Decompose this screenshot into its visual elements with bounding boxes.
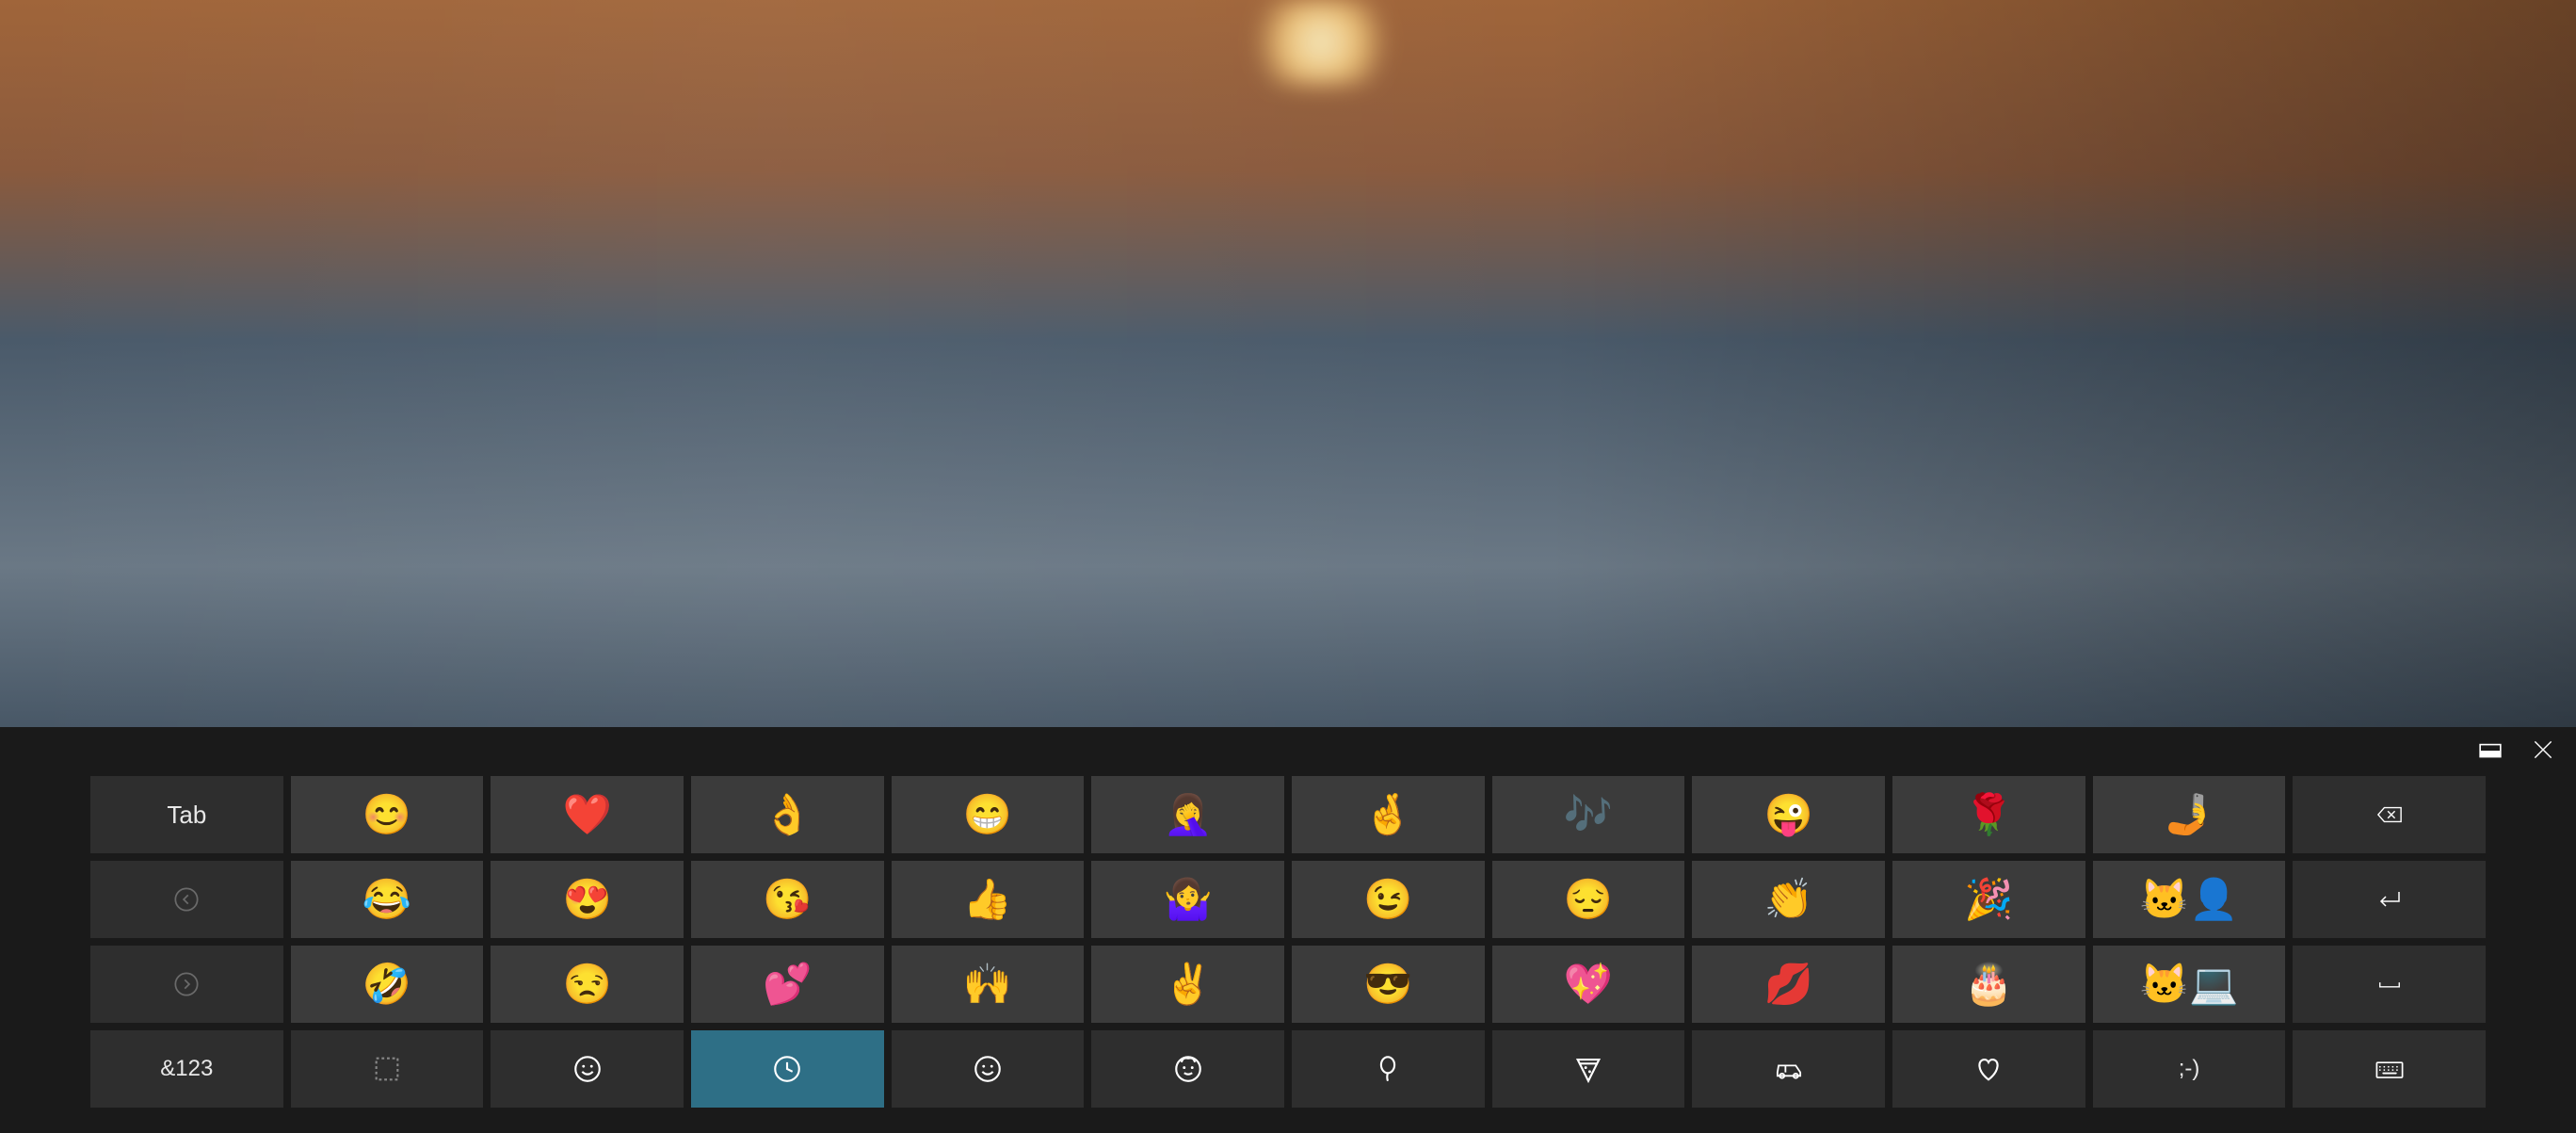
emoji-key-tongue-wink[interactable]: 😜 (1692, 776, 1885, 853)
emoji-key-rose[interactable]: 🌹 (1892, 776, 2085, 853)
numsym-key[interactable]: &123 (90, 1030, 283, 1108)
select-icon (371, 1053, 403, 1085)
ascii-label: ;-) (2179, 1056, 2200, 1082)
emoji-key-ninja-cat[interactable]: 🐱‍👤 (2093, 861, 2286, 938)
close-icon (2531, 736, 2555, 763)
category-select[interactable] (291, 1030, 484, 1108)
emoji-key-pensive[interactable]: 😔 (1492, 861, 1685, 938)
numsym-label: &123 (160, 1056, 213, 1082)
category-ascii[interactable]: ;-) (2093, 1030, 2286, 1108)
keyboard-icon (2374, 1053, 2406, 1085)
emoji-key-joy-tears[interactable]: 😂 (291, 861, 484, 938)
keyboard-row-categories: &123 (90, 1030, 2486, 1108)
category-celebration[interactable] (1292, 1030, 1485, 1108)
people-icon (1172, 1053, 1204, 1085)
tab-label: Tab (167, 801, 206, 830)
chevron-right-icon (173, 971, 200, 997)
emoji-key-hacker-cat[interactable]: 🐱‍💻 (2093, 946, 2286, 1023)
emoji-key-rofl[interactable]: 🤣 (291, 946, 484, 1023)
space-key[interactable] (2293, 946, 2486, 1023)
emoji-key-heart[interactable]: ❤️ (491, 776, 684, 853)
category-faces[interactable] (491, 1030, 684, 1108)
emoji-key-crossed-fingers[interactable]: 🤞 (1292, 776, 1485, 853)
emoji-key-party[interactable]: 🎉 (1892, 861, 2085, 938)
chevron-left-icon (173, 886, 200, 913)
enter-key[interactable] (2293, 861, 2486, 938)
emoji-key-shrug[interactable]: 🤷‍♀️ (1091, 861, 1284, 938)
keyboard-switch-key[interactable] (2293, 1030, 2486, 1108)
car-icon (1773, 1053, 1805, 1085)
category-transport[interactable] (1692, 1030, 1885, 1108)
category-smileys[interactable] (892, 1030, 1085, 1108)
emoji-key-grin[interactable]: 😁 (892, 776, 1085, 853)
close-keyboard-button[interactable] (2531, 737, 2555, 762)
heart-outline-icon (1972, 1053, 2004, 1085)
prev-page-key[interactable] (90, 861, 283, 938)
emoji-key-music-notes[interactable]: 🎶 (1492, 776, 1685, 853)
next-page-key[interactable] (90, 946, 283, 1023)
category-recent[interactable] (691, 1030, 884, 1108)
category-people[interactable] (1091, 1030, 1284, 1108)
emoji-key-facepalm[interactable]: 🤦‍♀️ (1091, 776, 1284, 853)
keyboard-row: 😂 😍 😘 👍 🤷‍♀️ 😉 😔 👏 🎉 🐱‍👤 (90, 861, 2486, 938)
emoji-key-selfie[interactable]: 🤳 (2093, 776, 2286, 853)
clock-icon (771, 1053, 803, 1085)
backspace-key[interactable] (2293, 776, 2486, 853)
category-symbols[interactable] (1892, 1030, 2085, 1108)
smiley-outline-icon (972, 1053, 1004, 1085)
emoji-key-smiling[interactable]: 😊 (291, 776, 484, 853)
emoji-key-cake[interactable]: 🎂 (1892, 946, 2085, 1023)
emoji-key-kiss[interactable]: 😘 (691, 861, 884, 938)
emoji-key-thumbs-up[interactable]: 👍 (892, 861, 1085, 938)
smiley-outline-icon (572, 1053, 604, 1085)
emoji-key-victory[interactable]: ✌️ (1091, 946, 1284, 1023)
keyboard-row: 🤣 😒 💕 🙌 ✌️ 😎 💖 💋 🎂 🐱‍💻 (90, 946, 2486, 1023)
keyboard-layout-button[interactable] (2478, 737, 2503, 762)
emoji-key-sunglasses[interactable]: 😎 (1292, 946, 1485, 1023)
emoji-key-ok-hand[interactable]: 👌 (691, 776, 884, 853)
emoji-key-wink[interactable]: 😉 (1292, 861, 1485, 938)
enter-icon (2376, 886, 2403, 913)
keyboard-layout-icon (2478, 736, 2503, 763)
emoji-key-sparkle-heart[interactable]: 💖 (1492, 946, 1685, 1023)
emoji-key-raising-hands[interactable]: 🙌 (892, 946, 1085, 1023)
emoji-key-two-hearts[interactable]: 💕 (691, 946, 884, 1023)
touch-keyboard-emoji-panel: Tab 😊 ❤️ 👌 😁 🤦‍♀️ 🤞 🎶 😜 🌹 🤳 😂 😍 😘 👍 (0, 727, 2576, 1133)
emoji-key-clap[interactable]: 👏 (1692, 861, 1885, 938)
emoji-key-heart-eyes[interactable]: 😍 (491, 861, 684, 938)
emoji-key-unamused[interactable]: 😒 (491, 946, 684, 1023)
balloon-icon (1372, 1053, 1404, 1085)
category-food[interactable] (1492, 1030, 1685, 1108)
keyboard-row: Tab 😊 ❤️ 👌 😁 🤦‍♀️ 🤞 🎶 😜 🌹 🤳 (90, 776, 2486, 853)
space-icon (2376, 971, 2403, 997)
keyboard-grid: Tab 😊 ❤️ 👌 😁 🤦‍♀️ 🤞 🎶 😜 🌹 🤳 😂 😍 😘 👍 (0, 772, 2576, 1133)
tab-key[interactable]: Tab (90, 776, 283, 853)
pizza-icon (1572, 1053, 1604, 1085)
emoji-key-kiss-mark[interactable]: 💋 (1692, 946, 1885, 1023)
backspace-icon (2376, 801, 2403, 828)
keyboard-titlebar (0, 727, 2576, 772)
